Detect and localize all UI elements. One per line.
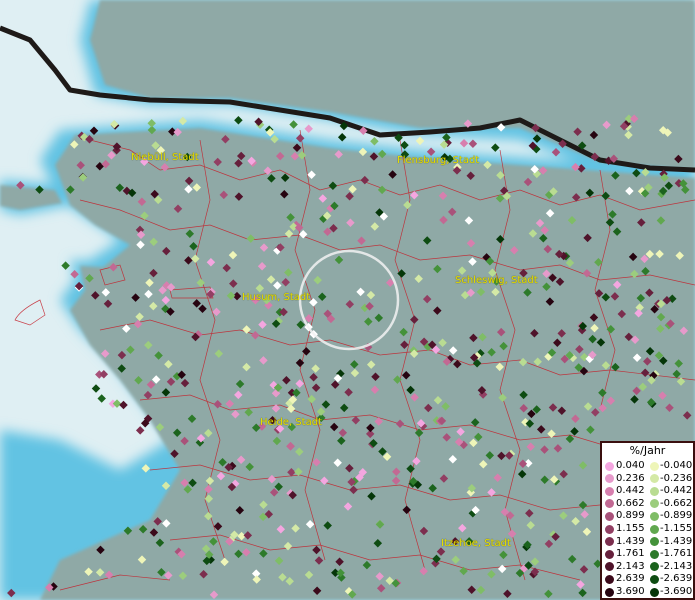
- legend-label-negative: -3.690: [660, 586, 693, 597]
- legend-label-positive: 0.899: [616, 510, 645, 522]
- legend-label-negative: -1.439: [660, 535, 693, 547]
- legend-label-positive: 1.155: [616, 523, 645, 534]
- legend-swatch-negative: [650, 486, 659, 496]
- legend-swatch-negative: [650, 549, 659, 559]
- legend-swatch-positive: [605, 562, 614, 572]
- city-label-itzehoe: Itzehoe, Stadt: [441, 538, 511, 549]
- legend-label-negative: -0.040: [660, 460, 693, 471]
- legend-label-negative: -1.761: [660, 548, 693, 560]
- legend-label-negative: -2.143: [660, 560, 693, 572]
- legend-label-positive: 3.690: [616, 586, 645, 597]
- city-label-flensburg: Flensburg, Stadt: [397, 155, 480, 166]
- legend-swatch-positive: [605, 474, 614, 484]
- legend-swatch-negative: [650, 511, 659, 521]
- legend-label-negative: -0.442: [660, 485, 693, 497]
- city-label-husum: Husum, Stadt: [242, 292, 311, 303]
- legend-swatch-negative: [650, 574, 659, 584]
- legend-label-negative: -0.236: [660, 472, 693, 484]
- legend-label-positive: 0.442: [616, 485, 645, 497]
- legend-swatch-positive: [605, 461, 614, 471]
- city-label-niebuell: Niebüll, Stadt: [131, 152, 199, 163]
- legend-label-negative: -0.899: [660, 510, 693, 522]
- legend-label-negative: -1.155: [660, 523, 693, 534]
- legend-swatch-negative: [650, 587, 659, 597]
- legend-title: %/Jahr: [629, 444, 666, 457]
- legend: %/Jahr 0.040 -0.040 0.236 -0.236 0.442 -0.442…: [600, 441, 695, 600]
- legend-swatch-positive: [605, 537, 614, 547]
- legend-label-negative: -2.639: [660, 573, 693, 585]
- legend-swatch-negative: [650, 537, 659, 547]
- map-base: [0, 0, 695, 600]
- legend-label-positive: 2.143: [616, 560, 645, 572]
- city-label-schleswig: Schleswig, Stadt: [455, 275, 538, 286]
- legend-label-positive: 0.236: [616, 472, 645, 484]
- legend-swatch-negative: [650, 562, 659, 572]
- legend-swatch-positive: [605, 524, 614, 534]
- legend-label-positive: 1.761: [616, 548, 645, 560]
- legend-swatch-positive: [605, 549, 614, 559]
- legend-label-positive: 2.639: [616, 573, 645, 585]
- legend-swatch-negative: [650, 461, 659, 471]
- legend-swatch-negative: [650, 499, 659, 509]
- city-label-heide: Heide, Stadt: [260, 417, 322, 428]
- map-view[interactable]: Niebüll, Stadt Flensburg, Stadt Schleswi…: [0, 0, 695, 600]
- legend-label-positive: 0.040: [616, 460, 645, 471]
- legend-swatch-positive: [605, 486, 614, 496]
- legend-label-negative: -0.662: [660, 497, 693, 509]
- legend-swatch-negative: [650, 474, 659, 484]
- legend-label-positive: 0.662: [616, 497, 645, 509]
- legend-swatch-positive: [605, 587, 614, 597]
- legend-swatch-positive: [605, 499, 614, 509]
- legend-swatch-negative: [650, 524, 659, 534]
- legend-label-positive: 1.439: [616, 535, 645, 547]
- legend-swatch-positive: [605, 511, 614, 521]
- legend-swatch-positive: [605, 574, 614, 584]
